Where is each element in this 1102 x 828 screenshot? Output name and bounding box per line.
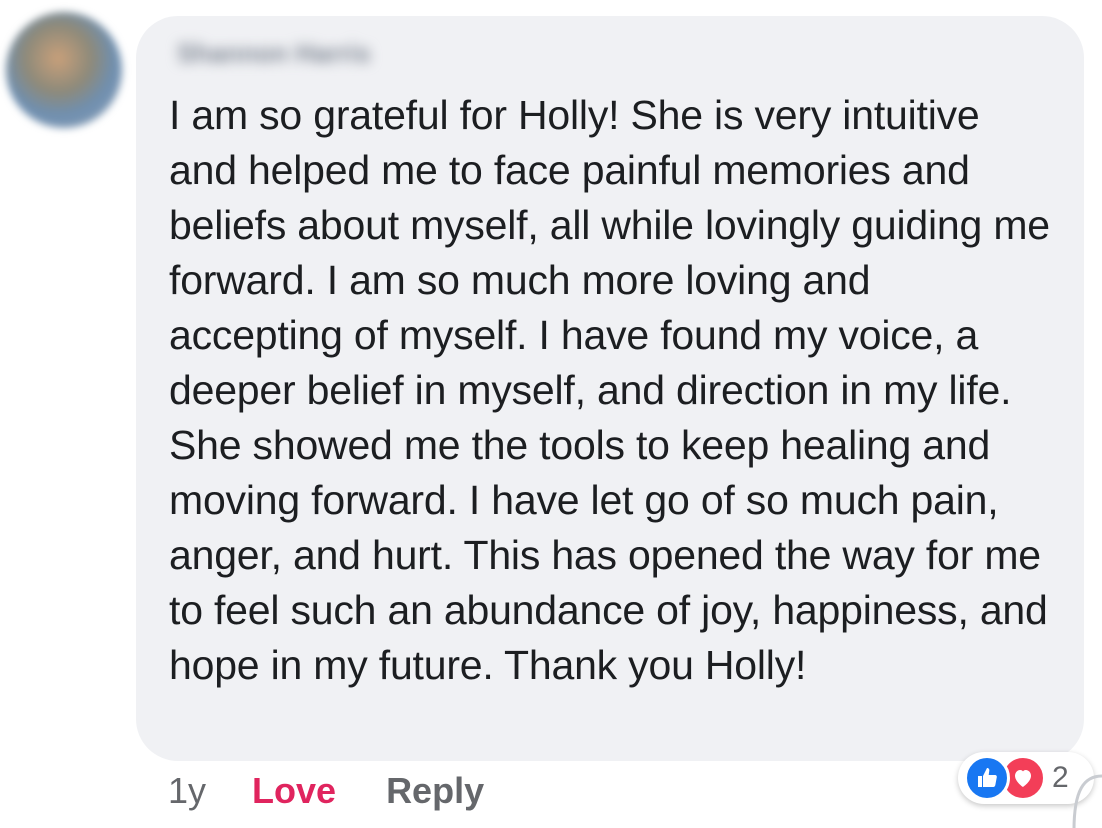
- comment-bubble: Shannon Harris I am so grateful for Holl…: [136, 16, 1084, 761]
- comment-actions: 1y Love Reply: [168, 768, 484, 814]
- reply-thread-line: [1072, 774, 1102, 828]
- reply-button[interactable]: Reply: [386, 770, 484, 812]
- author-name[interactable]: Shannon Harris: [171, 38, 377, 68]
- avatar[interactable]: [6, 12, 122, 128]
- thumbs-up-icon: [964, 755, 1010, 801]
- love-button[interactable]: Love: [252, 770, 336, 812]
- comment-timestamp[interactable]: 1y: [168, 770, 206, 812]
- comment-text: I am so grateful for Holly! She is very …: [169, 92, 1050, 688]
- comment-container: Shannon Harris I am so grateful for Holl…: [0, 0, 1102, 828]
